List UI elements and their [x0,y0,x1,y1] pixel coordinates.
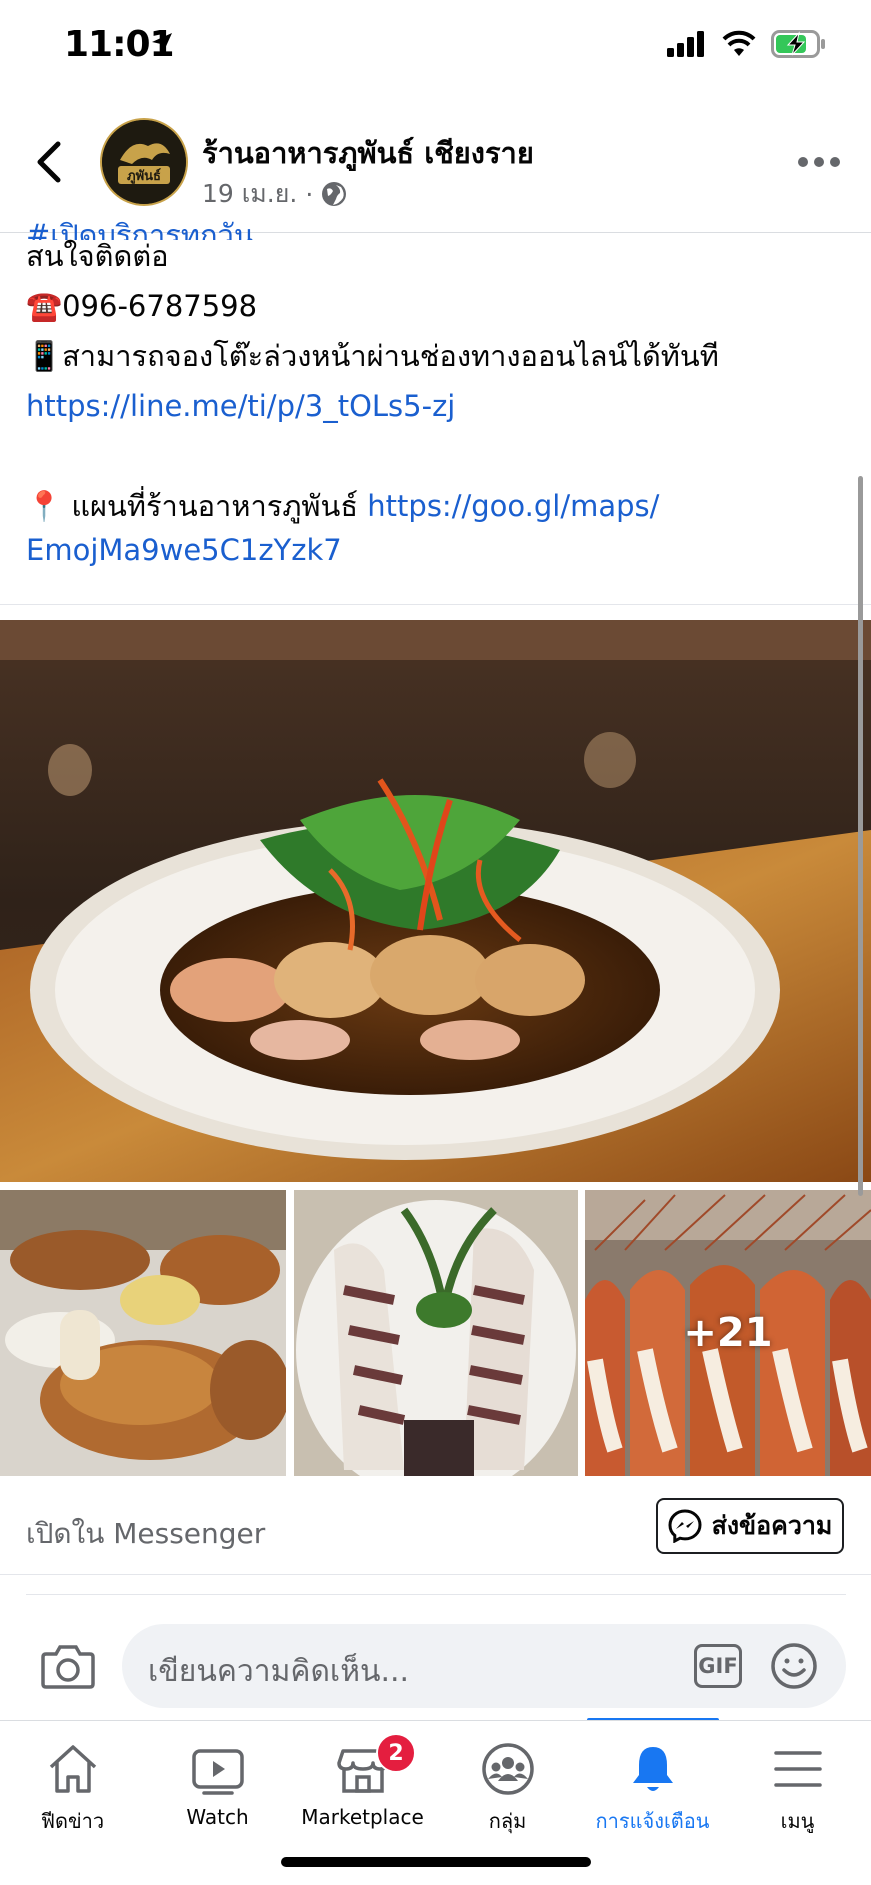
page-name[interactable]: ร้านอาหารภูพันธ์ เชียงราย [202,130,534,176]
globe-icon [322,182,347,206]
post-date[interactable]: 19 เม.ย. [202,174,297,214]
page-avatar[interactable]: ภูพันธ์ [100,118,188,206]
divider [0,1574,871,1575]
emoji-icon[interactable] [770,1642,818,1690]
tab-notifications[interactable]: การแจ้งเตือน [580,1721,725,1841]
wifi-icon [722,30,756,56]
tab-marketplace[interactable]: 2 Marketplace [290,1721,435,1841]
booking-line: 📱สามารถจองโต๊ะล่วงหน้าผ่านช่องทางออนไลน์… [26,332,846,382]
tab-label: Watch [186,1805,249,1829]
line-link-row: https://line.me/ti/p/3_tOLs5-zj [26,382,846,432]
open-in-messenger-label: เปิดใน Messenger [26,1517,266,1550]
phone-line: ☎️096-6787598 [26,282,846,332]
comment-input[interactable]: เขียนความคิดเห็น... GIF [122,1624,846,1708]
post-meta: 19 เม.ย. · [202,174,347,214]
send-message-label: ส่งข้อความ [711,1511,833,1540]
messenger-icon [668,1509,702,1543]
watch-icon [191,1749,244,1795]
tab-label: ฟีดข่าว [40,1809,105,1833]
more-options-icon[interactable] [795,150,843,174]
meta-separator: · [305,179,314,209]
telephone-icon: ☎️ [26,289,63,323]
photo-thumbnail-3[interactable]: +21 [585,1190,871,1476]
tab-watch[interactable]: Watch [145,1721,290,1841]
bell-icon [632,1747,673,1791]
booking-text: สามารถจองโต๊ะล่วงหน้าผ่านช่องทางออนไลน์ไ… [62,339,719,373]
tab-menu[interactable]: เมนู [725,1721,870,1841]
menu-icon [773,1751,822,1787]
mobile-phone-icon: 📱 [26,339,63,373]
send-message-button[interactable]: ส่งข้อความ [656,1498,844,1554]
pork-knuckle-image [0,1190,286,1476]
map-label: แผนที่ร้านอาหารภูพันธ์ [71,489,359,523]
map-link-part2[interactable]: EmojMa9we5C1zYzk7 [26,533,342,567]
tab-label: เมนู [780,1809,815,1833]
scrollbar[interactable] [858,476,863,1196]
tab-label: การแจ้งเตือน [595,1809,710,1833]
location-arrow-icon [152,33,172,53]
status-icons [667,30,827,58]
back-arrow-icon[interactable] [30,138,70,186]
groups-icon [481,1743,534,1795]
home-icon [49,1745,96,1793]
more-photos-count[interactable]: +21 [585,1190,871,1476]
battery-charging-icon [771,30,825,58]
tab-label: กลุ่ม [488,1809,527,1833]
main-food-photo[interactable] [0,620,871,1182]
notification-badge: 2 [376,1733,416,1773]
tab-label: Marketplace [301,1805,424,1829]
post-text: สนใจติดต่อ ☎️096-6787598 📱สามารถจองโต๊ะล… [26,232,846,576]
photo-thumbnail-2[interactable] [294,1190,578,1476]
map-link-part1[interactable]: https://goo.gl/maps/ [367,489,659,523]
divider [26,1594,846,1595]
camera-icon[interactable] [40,1642,96,1690]
gif-button[interactable]: GIF [694,1644,742,1688]
map-link-row-2: EmojMa9we5C1zYzk7 [26,526,846,576]
prawn-dish-image [0,620,871,1182]
home-indicator[interactable] [281,1857,591,1867]
comment-bar: เขียนความคิดเห็น... GIF [0,1610,871,1720]
page-logo-icon: ภูพันธ์ [102,120,186,204]
pin-icon: 📍 [26,489,63,523]
phone-number[interactable]: 096-6787598 [62,289,257,323]
line-link[interactable]: https://line.me/ti/p/3_tOLs5-zj [26,389,455,423]
cellular-signal-icon [667,31,704,57]
grilled-squid-image [294,1190,578,1476]
tab-news-feed[interactable]: ฟีดข่าว [0,1721,145,1841]
logo-text: ภูพันธ์ [127,168,161,184]
contact-line: สนใจติดต่อ [26,239,169,273]
divider [0,604,871,605]
photo-thumbnail-1[interactable] [0,1190,286,1476]
tab-groups[interactable]: กลุ่ม [435,1721,580,1841]
map-line: 📍 แผนที่ร้านอาหารภูพันธ์ https://goo.gl/… [26,482,846,526]
comment-placeholder: เขียนความคิดเห็น... [148,1654,410,1689]
